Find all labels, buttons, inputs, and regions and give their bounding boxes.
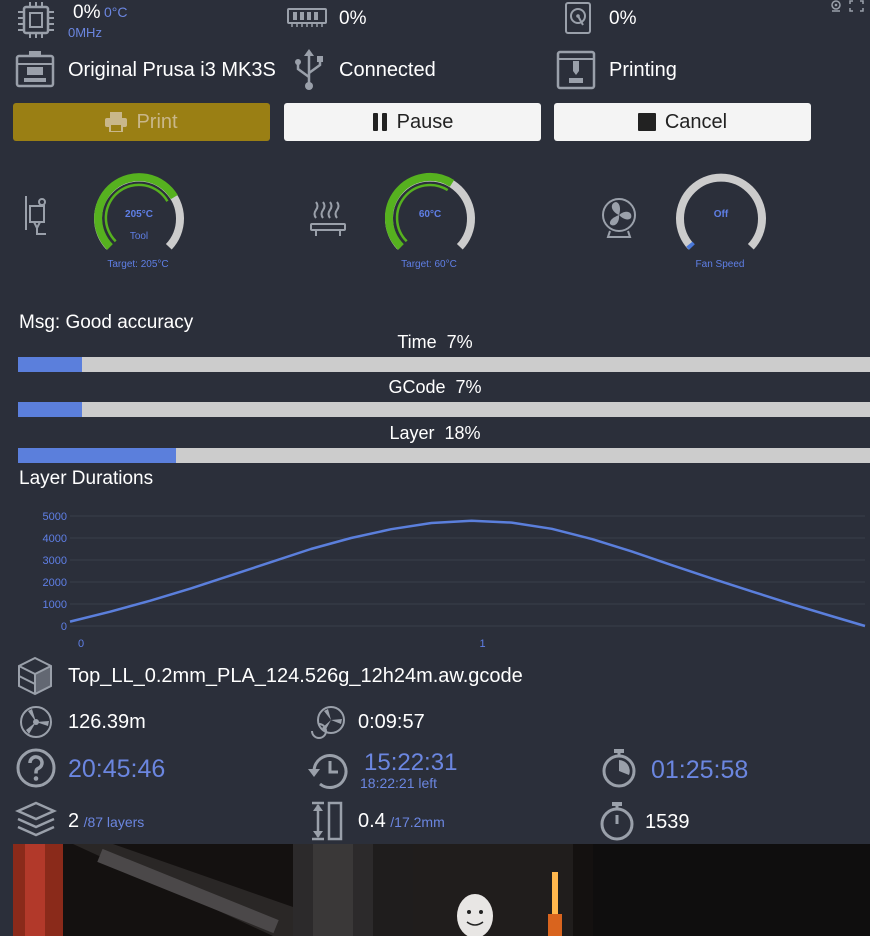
current-layer: 2 — [68, 810, 80, 832]
bed-temperature-value: 60°C — [418, 209, 442, 220]
file-name: Top_LL_0.2mm_PLA_124.526g_12h24m.aw.gcod… — [68, 665, 523, 687]
time-progress-value: 7% — [446, 332, 473, 352]
pause-icon — [372, 113, 388, 131]
print-button[interactable]: Print — [13, 103, 270, 141]
y-tick-label: 3000 — [43, 555, 67, 567]
finish-time: 15:22:31 — [364, 749, 458, 776]
layer-counter: 2 /87 layers — [68, 810, 144, 833]
webcam-image — [13, 844, 870, 936]
chart-title: Layer Durations — [19, 468, 154, 489]
cancel-button-label: Cancel — [664, 110, 728, 133]
time-left: 18:22:21 left — [360, 775, 438, 791]
time-progress-title: Time 7% — [0, 332, 870, 353]
elapsed-time: 01:25:58 — [651, 756, 749, 784]
extruder-icon — [20, 194, 52, 238]
filament-used: 126.39m — [68, 711, 146, 733]
time-progress-fill — [18, 357, 82, 372]
cpu-frequency: 0MHz — [68, 25, 102, 40]
layers-icon — [15, 800, 57, 840]
x-tick-label: 1 — [479, 638, 485, 650]
y-tick-label: 5000 — [43, 511, 67, 523]
printer-model: Original Prusa i3 MK3S — [68, 59, 276, 81]
pause-button[interactable]: Pause — [284, 103, 541, 141]
total-layers: /87 layers — [83, 814, 145, 830]
print-counter: 1539 — [645, 811, 690, 833]
print-button-label: Print — [136, 110, 178, 133]
connection-status: Connected — [339, 59, 436, 81]
cpu-usage: 0% — [73, 2, 101, 23]
estimated-print-time: 20:45:46 — [68, 755, 166, 783]
heated-bed-icon — [308, 200, 348, 238]
memory-icon — [287, 6, 327, 28]
gcode-progress-bar — [18, 402, 870, 417]
fan-icon — [600, 197, 638, 239]
cpu-chip-icon — [16, 2, 56, 38]
question-icon — [16, 748, 56, 788]
bed-target-temperature: Target: 60°C — [401, 259, 457, 270]
current-height: 0.4 — [358, 810, 386, 832]
tool-gauge-label: Tool — [129, 231, 149, 242]
y-tick-label: 1000 — [43, 599, 67, 611]
height-counter: 0.4 /17.2mm — [358, 810, 445, 833]
stop-icon — [637, 113, 656, 131]
fan-speed-value: Off — [713, 209, 729, 220]
total-height: /17.2mm — [390, 814, 445, 830]
filament-time-icon — [309, 705, 349, 741]
y-tick-label: 4000 — [43, 533, 67, 545]
time-progress-label: Time — [397, 332, 437, 352]
disk-icon — [564, 1, 592, 35]
gcode-progress-label: GCode — [388, 377, 446, 397]
layer-progress-fill — [18, 448, 176, 463]
timer-icon — [598, 800, 636, 842]
chart-series-line — [69, 519, 866, 628]
disk-usage: 0% — [609, 8, 637, 29]
usb-icon — [292, 49, 326, 91]
layer-durations-chart: 5000 4000 3000 2000 1000 00 1 — [43, 511, 866, 650]
x-tick-label: 0 — [78, 638, 84, 650]
filament-time: 0:09:57 — [358, 711, 425, 733]
height-icon — [309, 801, 345, 841]
memory-usage: 0% — [339, 8, 367, 29]
printer-state: Printing — [609, 59, 677, 81]
filament-icon — [18, 705, 54, 739]
printing-status-icon — [556, 50, 596, 90]
gcode-progress-fill — [18, 402, 82, 417]
y-tick-label: 0 — [61, 621, 67, 633]
clock-history-icon — [306, 751, 350, 791]
printer-icon — [105, 112, 128, 132]
cpu-temp: 0°C — [104, 4, 128, 20]
fullscreen-icon[interactable] — [849, 0, 864, 12]
layer-progress-title: Layer 18% — [0, 423, 870, 444]
gcode-progress-value: 7% — [455, 377, 482, 397]
pause-button-label: Pause — [396, 110, 454, 133]
webcam-icon[interactable] — [829, 0, 843, 12]
webcam-feed[interactable] — [13, 844, 870, 936]
gcode-progress-title: GCode 7% — [0, 377, 870, 398]
y-tick-label: 2000 — [43, 577, 67, 589]
printer-icon — [14, 50, 56, 90]
cancel-button[interactable]: Cancel — [554, 103, 811, 141]
layer-progress-label: Layer — [389, 423, 435, 443]
fan-speed-label: Fan Speed — [695, 259, 745, 270]
cube-icon — [16, 656, 54, 696]
fan-gauge-fill — [686, 241, 695, 250]
stopwatch-icon — [599, 747, 639, 789]
layer-progress-value: 18% — [444, 423, 481, 443]
status-message: Msg: Good accuracy — [19, 312, 194, 333]
tool-temperature-value: 205°C — [125, 209, 153, 220]
layer-progress-bar — [18, 448, 870, 463]
tool-target-temperature: Target: 205°C — [107, 259, 169, 270]
time-progress-bar — [18, 357, 870, 372]
